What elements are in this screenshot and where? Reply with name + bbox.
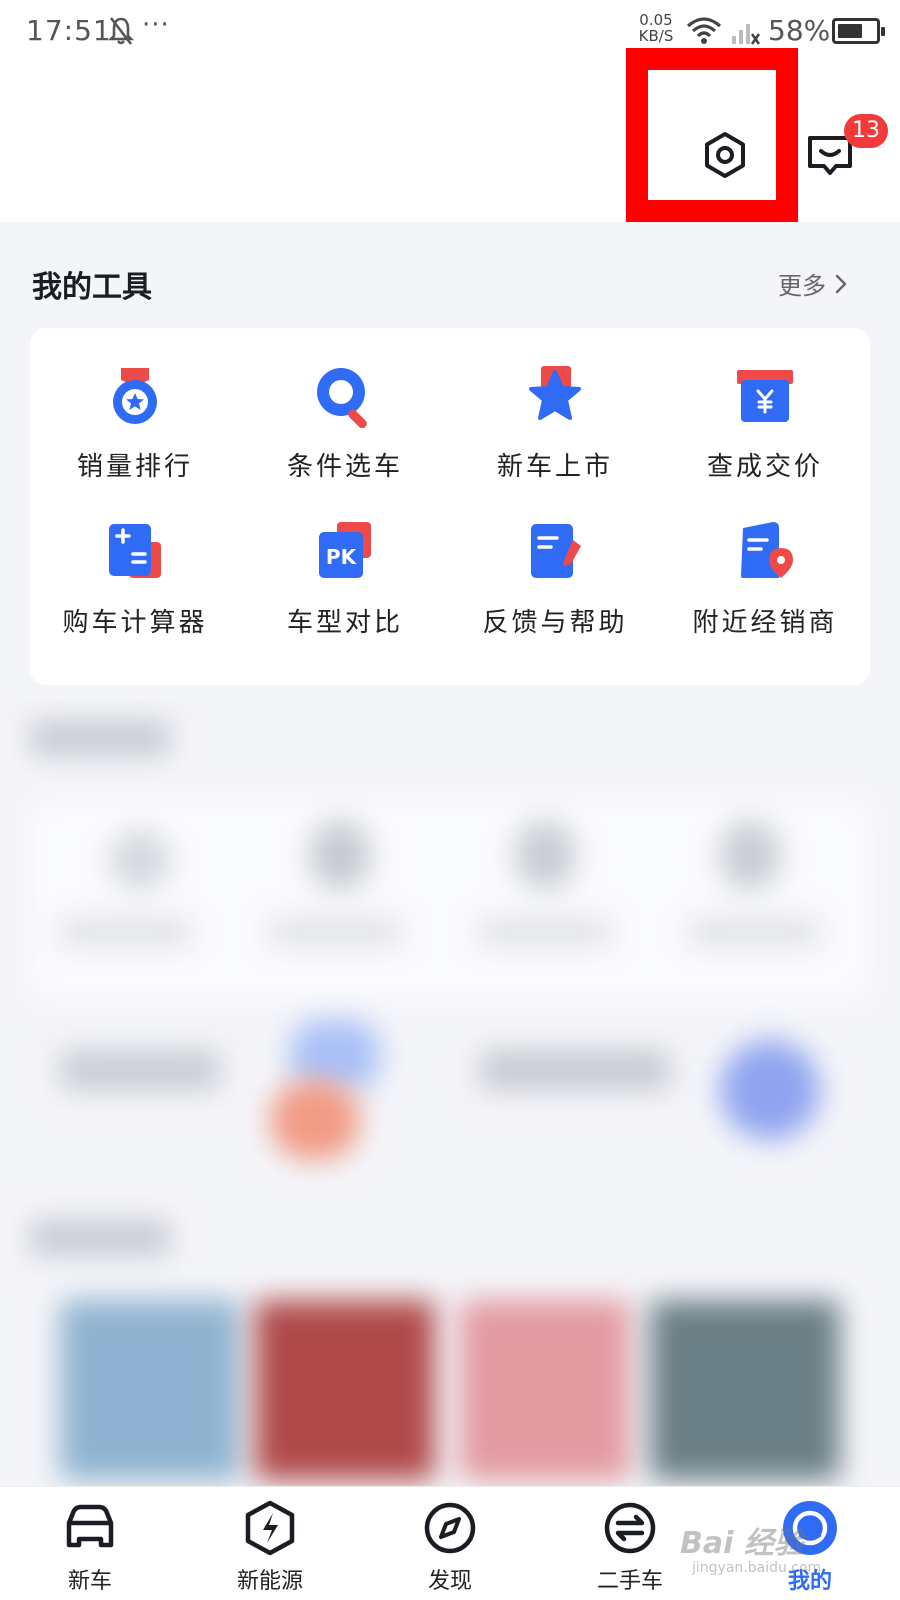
tool-label: 条件选车 bbox=[286, 452, 403, 482]
status-time: 17:51 bbox=[26, 14, 112, 47]
tool-new-cars[interactable]: 新车上市 bbox=[450, 350, 660, 490]
tool-deal-price[interactable]: 查成交价 bbox=[660, 350, 870, 490]
tool-model-compare[interactable]: PK 车型对比 bbox=[240, 506, 450, 646]
tool-feedback-help[interactable]: 反馈与帮助 bbox=[450, 506, 660, 646]
wifi-icon bbox=[686, 17, 722, 44]
network-speed: 0.05 KB/S bbox=[636, 12, 676, 44]
tool-nearby-dealers[interactable]: 附近经销商 bbox=[660, 506, 870, 646]
calculator-icon bbox=[109, 524, 161, 578]
network-speed-value: 0.05 bbox=[639, 11, 673, 29]
signal-icon bbox=[732, 24, 760, 45]
car-icon bbox=[66, 1504, 114, 1548]
price-tag-icon bbox=[737, 370, 793, 422]
pk-compare-icon: PK bbox=[319, 522, 371, 578]
tool-car-calculator[interactable]: 购车计算器 bbox=[30, 506, 240, 646]
watermark-url: jingyan.baidu.com bbox=[692, 1560, 822, 1576]
medal-icon bbox=[113, 368, 157, 424]
exchange-icon bbox=[604, 1502, 656, 1554]
tool-label: 销量排行 bbox=[76, 452, 193, 482]
settings-icon bbox=[705, 132, 745, 178]
tool-label: 附近经销商 bbox=[692, 608, 838, 638]
nav-label: 新能源 bbox=[236, 1569, 303, 1594]
tool-label: 反馈与帮助 bbox=[482, 608, 628, 638]
tool-label: 车型对比 bbox=[286, 608, 403, 638]
tools-more-link[interactable]: 更多 bbox=[778, 266, 848, 301]
nav-label: 发现 bbox=[427, 1569, 472, 1594]
compass-icon bbox=[424, 1502, 476, 1554]
watermark-brand: Bai 经验 bbox=[680, 1526, 804, 1561]
status-more-icon: ··· bbox=[142, 10, 170, 40]
tool-sales-ranking[interactable]: 销量排行 bbox=[30, 350, 240, 490]
tool-label: 新车上市 bbox=[496, 452, 613, 482]
chevron-right-icon bbox=[835, 274, 847, 293]
network-speed-unit: KB/S bbox=[638, 27, 674, 45]
dealer-location-icon bbox=[741, 522, 793, 578]
search-icon bbox=[317, 368, 367, 428]
feedback-icon bbox=[531, 524, 581, 578]
star-icon bbox=[529, 366, 581, 420]
nav-label: 新车 bbox=[67, 1569, 112, 1594]
tools-more-label: 更多 bbox=[778, 272, 826, 300]
nav-item-discover[interactable]: 发现 bbox=[360, 1487, 540, 1600]
nav-item-new-car[interactable]: 新车 bbox=[0, 1487, 180, 1600]
svg-text:PK: PK bbox=[326, 545, 358, 569]
tools-section-title: 我的工具 bbox=[32, 270, 152, 305]
tool-condition-search[interactable]: 条件选车 bbox=[240, 350, 450, 490]
tools-card: 销量排行 条件选车 新车上市 查成交价 购车计算器 PK 车型对比 反馈与帮助 … bbox=[30, 328, 870, 685]
nav-item-new-energy[interactable]: 新能源 bbox=[180, 1487, 360, 1600]
tool-label: 查成交价 bbox=[706, 452, 823, 482]
bell-off-icon bbox=[108, 17, 134, 45]
blurred-content bbox=[0, 700, 900, 1490]
nav-label: 二手车 bbox=[596, 1569, 663, 1594]
message-count-badge: 13 bbox=[844, 114, 888, 148]
battery-percent: 58% bbox=[768, 14, 831, 47]
battery-icon bbox=[832, 18, 885, 44]
lightning-icon bbox=[245, 1500, 295, 1556]
tool-label: 购车计算器 bbox=[62, 608, 208, 638]
settings-button[interactable] bbox=[690, 125, 760, 185]
